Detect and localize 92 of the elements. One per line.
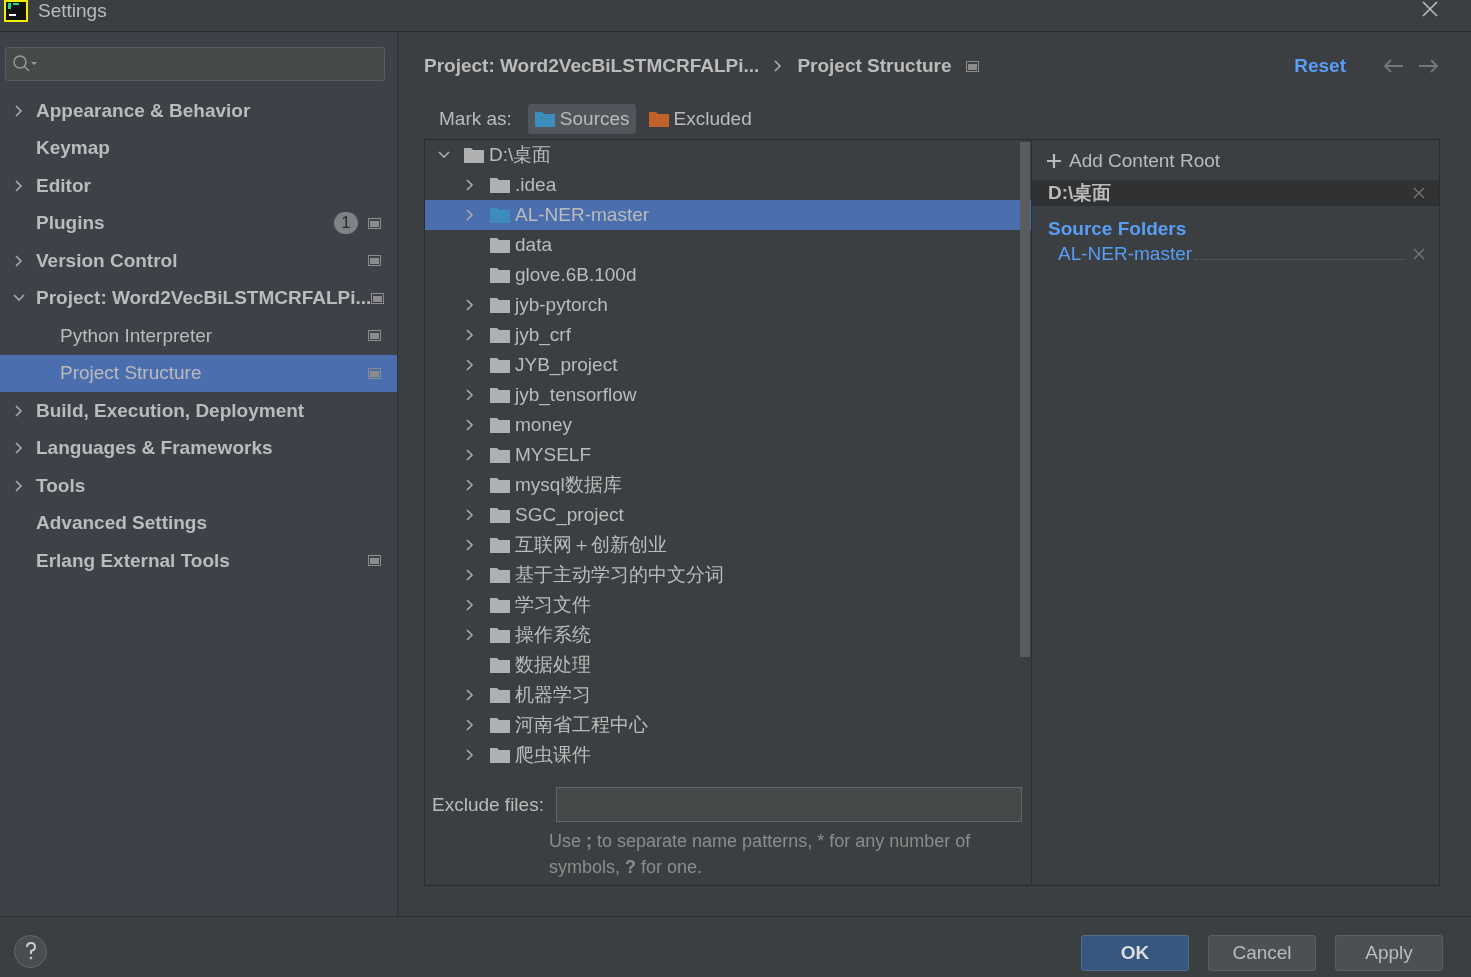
folder-tree-item[interactable]: glove.6B.100d (425, 260, 1031, 290)
forward-arrow-icon (1418, 58, 1440, 74)
count-badge: 1 (334, 212, 358, 235)
dialog-button[interactable]: Apply (1335, 935, 1443, 971)
folder-tree-item[interactable]: jyb-pytorch (425, 290, 1031, 320)
settings-nav-item[interactable]: Erlang External Tools (0, 542, 397, 580)
dialog-button[interactable]: Cancel (1208, 935, 1316, 971)
remove-icon[interactable] (1413, 187, 1425, 199)
folder-tree-item[interactable]: .idea (425, 170, 1031, 200)
folder-tree-item[interactable]: 操作系统 (425, 620, 1031, 650)
mark-as-button[interactable]: Sources (527, 104, 636, 134)
project-settings-icon (368, 367, 381, 379)
folder-icon (489, 596, 511, 614)
folder-icon (489, 626, 511, 644)
folder-icon (533, 110, 556, 128)
folder-tree-item[interactable]: 机器学习 (425, 680, 1031, 710)
settings-nav-item[interactable]: Tools (0, 467, 397, 505)
folder-tree-item[interactable]: 数据处理 (425, 650, 1031, 680)
folder-tree-item[interactable]: jyb_crf (425, 320, 1031, 350)
folder-tree-item[interactable]: 学习文件 (425, 590, 1031, 620)
folder-icon (489, 176, 511, 194)
back-arrow-icon (1382, 58, 1404, 74)
folder-icon (647, 110, 670, 128)
folder-tree-item[interactable]: D:\桌面 (425, 140, 1031, 170)
folder-icon (489, 746, 511, 764)
folder-icon (489, 716, 511, 734)
mark-as-button[interactable]: Excluded (641, 104, 758, 134)
reset-link[interactable]: Reset (1294, 55, 1346, 77)
project-settings-icon (368, 555, 381, 567)
folder-icon (489, 416, 511, 434)
folder-icon (489, 296, 511, 314)
exclude-files-field[interactable] (555, 787, 1022, 822)
settings-nav-item[interactable]: Appearance & Behavior (0, 92, 397, 130)
project-settings-icon (368, 255, 381, 267)
settings-nav-item[interactable]: Python Interpreter (0, 317, 397, 355)
settings-nav-item[interactable]: Project: Word2VecBiLSTMCRFALPi... (0, 279, 397, 317)
section-title: Source Folders (1048, 218, 1188, 240)
content-root-path: D:\桌面 (1048, 181, 1113, 205)
folder-icon (489, 656, 511, 674)
project-settings-icon (368, 330, 381, 342)
folder-tree-item[interactable]: money (425, 410, 1031, 440)
add-content-root-button[interactable]: Add Content Root (1032, 140, 1439, 180)
exclude-files-hint: Use ; to separate name patterns, * for any number of symbols, ? for one. (549, 830, 972, 879)
breadcrumb: Project: Word2VecBiLSTMCRFALPi... (424, 55, 760, 77)
folder-icon (489, 326, 511, 344)
folder-icon (489, 476, 511, 494)
dialog-button[interactable]: OK (1081, 935, 1189, 971)
question-mark-icon (24, 942, 37, 960)
folder-icon (489, 566, 511, 584)
folder-tree-item[interactable]: 基于主动学习的中文分词 (425, 560, 1031, 590)
folder-tree-item[interactable]: data (425, 230, 1031, 260)
folder-icon (489, 686, 511, 704)
folder-icon (489, 446, 511, 464)
exclude-files-label: Exclude files: (432, 793, 544, 816)
settings-nav-item[interactable]: Editor (0, 167, 397, 205)
remove-icon[interactable] (1413, 248, 1425, 260)
folder-icon (463, 146, 485, 164)
folder-tree-item[interactable]: mysql数据库 (425, 470, 1031, 500)
folder-tree-item[interactable]: JYB_project (425, 350, 1031, 380)
settings-nav-item[interactable]: Advanced Settings (0, 504, 397, 542)
folder-tree-item[interactable]: SGC_project (425, 500, 1031, 530)
settings-nav-item[interactable]: Languages & Frameworks (0, 429, 397, 467)
folder-icon (489, 536, 511, 554)
settings-nav-item[interactable]: Plugins 1 (0, 204, 397, 242)
help-button[interactable] (14, 934, 47, 968)
scrollbar-thumb[interactable] (1020, 142, 1030, 657)
project-settings-icon (368, 217, 381, 229)
search-field[interactable] (5, 47, 385, 81)
folder-tree-item[interactable]: MYSELF (425, 440, 1031, 470)
project-settings-icon (965, 60, 979, 72)
breadcrumb: Project Structure (797, 55, 952, 77)
app-logo-icon (4, 0, 28, 22)
folder-tree-item[interactable]: 互联网＋创新创业 (425, 530, 1031, 560)
source-folder-path[interactable]: AL-NER-master (1058, 243, 1193, 265)
folder-icon (489, 356, 511, 374)
folder-icon (489, 206, 511, 224)
mark-as-label: Mark as: (439, 108, 512, 130)
settings-nav-item[interactable]: Keymap (0, 129, 397, 167)
folder-icon (489, 266, 511, 284)
settings-nav-item[interactable]: Build, Execution, Deployment (0, 392, 397, 430)
folder-tree-item[interactable]: 河南省工程中心 (425, 710, 1031, 740)
folder-tree-item[interactable]: jyb_tensorflow (425, 380, 1031, 410)
close-icon[interactable] (1421, 0, 1439, 18)
folder-icon (489, 506, 511, 524)
project-settings-icon (371, 292, 385, 304)
folder-icon (489, 386, 511, 404)
folder-tree-item[interactable]: 爬虫课件 (425, 740, 1031, 770)
plus-icon (1046, 153, 1062, 169)
settings-nav-item[interactable]: Version Control (0, 242, 397, 280)
search-icon (12, 54, 38, 74)
folder-icon (489, 236, 511, 254)
window-title: Settings (38, 0, 107, 22)
